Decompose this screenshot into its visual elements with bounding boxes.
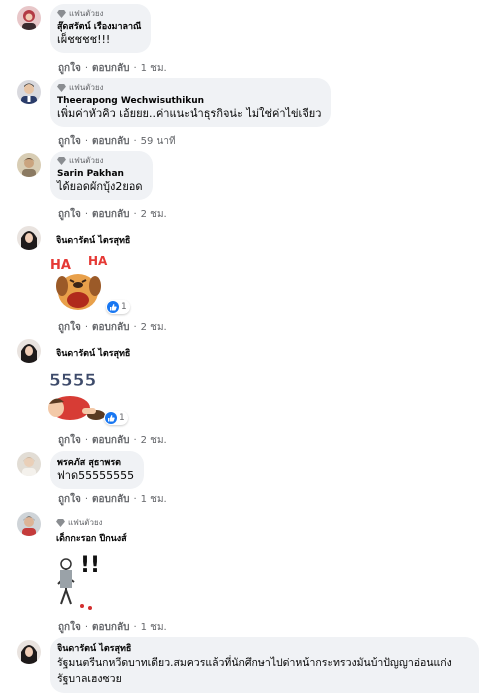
comment-text: ได้ยอดผักบุ้ง2ยอด	[57, 180, 143, 193]
diamond-icon	[57, 83, 66, 92]
reaction-count[interactable]: 1	[104, 411, 128, 425]
shocked-sticker[interactable]: !!	[52, 550, 108, 616]
like-link[interactable]: ถูกใจ	[58, 433, 81, 448]
reaction-number: 1	[119, 413, 125, 423]
avatar[interactable]	[17, 6, 41, 30]
sticker-text-5555: 5555	[49, 371, 96, 391]
reply-link[interactable]: ตอบกลับ	[92, 134, 129, 149]
reaction-count[interactable]: 1	[106, 300, 130, 314]
diamond-icon	[57, 156, 66, 165]
comment-author[interactable]: Theerapong Wechwisuthikun	[57, 95, 321, 107]
comment-text: ฟาด55555555	[57, 469, 135, 482]
timestamp[interactable]: 1 ชม.	[141, 61, 167, 76]
reply-link[interactable]: ตอบกลับ	[92, 61, 129, 76]
reply-link[interactable]: ตอบกลับ	[92, 433, 129, 448]
top-fan-badge: แฟนตัวยง	[57, 8, 141, 19]
comment-bubble: แฟนตัวยง Theerapong Wechwisuthikun เพิ่ม…	[50, 78, 332, 127]
comment-actions: ถูกใจ · ตอบกลับ · 2 ชม.	[58, 207, 167, 222]
like-link[interactable]: ถูกใจ	[58, 620, 81, 635]
comment-author[interactable]: สุ๊ดสรัตน์ เรืองมาลาณี	[57, 21, 141, 33]
top-fan-badge: แฟนตัวยง	[57, 82, 321, 93]
comment-author[interactable]: เด็กกะรอก ปีกนงส์	[56, 531, 127, 545]
reply-link[interactable]: ตอบกลับ	[92, 620, 129, 635]
comment-author[interactable]: จินดารัตน์ ไตรสุทธิ	[57, 643, 469, 655]
like-reaction-icon	[107, 301, 119, 313]
reply-link[interactable]: ตอบกลับ	[92, 492, 129, 507]
top-fan-badge: แฟนตัวยง	[57, 155, 143, 166]
diamond-icon	[57, 9, 66, 18]
timestamp[interactable]: 59 นาที	[141, 134, 176, 149]
sticker-text-ha-2: HA	[88, 254, 108, 268]
timestamp[interactable]: 1 ชม.	[141, 492, 167, 507]
like-link[interactable]: ถูกใจ	[58, 207, 81, 222]
comment-text: เผ็ชชชช!!!	[57, 33, 111, 46]
avatar[interactable]	[17, 226, 41, 250]
avatar[interactable]	[17, 512, 41, 536]
badge-label: แฟนตัวยง	[68, 518, 103, 527]
comment-actions: ถูกใจ · ตอบกลับ · 1 ชม.	[58, 492, 167, 507]
comment-bubble: แฟนตัวยง สุ๊ดสรัตน์ เรืองมาลาณี เผ็ชชชช!…	[50, 4, 152, 53]
timestamp[interactable]: 2 ชม.	[141, 320, 167, 335]
comment-actions: ถูกใจ · ตอบกลับ · 2 ชม.	[58, 433, 167, 448]
comment-author[interactable]: จินดารัตน์ ไตรสุทธิ	[56, 346, 130, 360]
haha-sticker[interactable]: HA HA	[48, 252, 112, 318]
timestamp[interactable]: 2 ชม.	[141, 207, 167, 222]
badge-label: แฟนตัวยง	[69, 83, 104, 92]
comment-text: เพิ่มค่าหัวคิว เอ้ยยย..ค่าแนะนำธุรกิจน่ะ…	[57, 107, 322, 120]
badge-label: แฟนตัวยง	[69, 9, 104, 18]
comment-bubble: แฟนตัวยง Sarin Pakhan ได้ยอดผักบุ้ง2ยอด	[50, 151, 153, 200]
avatar[interactable]	[17, 640, 41, 664]
sticker-text-exclaim: !!	[80, 553, 100, 578]
like-link[interactable]: ถูกใจ	[58, 492, 81, 507]
reply-link[interactable]: ตอบกลับ	[92, 320, 129, 335]
avatar[interactable]	[17, 80, 41, 104]
avatar[interactable]	[17, 452, 41, 476]
like-link[interactable]: ถูกใจ	[58, 61, 81, 76]
comment-actions: ถูกใจ · ตอบกลับ · 59 นาที	[58, 134, 176, 149]
avatar[interactable]	[17, 339, 41, 363]
like-link[interactable]: ถูกใจ	[58, 320, 81, 335]
comment-actions: ถูกใจ · ตอบกลับ · 1 ชม.	[58, 620, 167, 635]
comment-author[interactable]: จินดารัตน์ ไตรสุทธิ	[56, 233, 130, 247]
badge-label: แฟนตัวยง	[69, 156, 104, 165]
comment-author[interactable]: พรคภัส สุธาพรต	[57, 457, 134, 469]
avatar[interactable]	[17, 153, 41, 177]
like-link[interactable]: ถูกใจ	[58, 134, 81, 149]
like-reaction-icon	[105, 412, 117, 424]
sticker-text-ha-1: HA	[50, 258, 71, 273]
comment-text: รัฐมนตรีนกหวีดบาทเดียว.สมควรแล้วที่นักศึ…	[57, 657, 452, 685]
comment-bubble: จินดารัตน์ ไตรสุทธิ รัฐมนตรีนกหวีดบาทเดี…	[50, 637, 479, 693]
laughing-sticker[interactable]: 5555	[46, 366, 110, 428]
diamond-icon	[56, 518, 65, 527]
timestamp[interactable]: 1 ชม.	[141, 620, 167, 635]
comment-actions: ถูกใจ · ตอบกลับ · 1 ชม.	[58, 61, 167, 76]
reply-link[interactable]: ตอบกลับ	[92, 207, 129, 222]
comment-bubble: พรคภัส สุธาพรต ฟาด55555555	[50, 451, 145, 489]
comment-actions: ถูกใจ · ตอบกลับ · 2 ชม.	[58, 320, 167, 335]
top-fan-badge: แฟนตัวยง	[56, 517, 103, 528]
reaction-number: 1	[121, 302, 127, 312]
comment-author[interactable]: Sarin Pakhan	[57, 168, 143, 180]
timestamp[interactable]: 2 ชม.	[141, 433, 167, 448]
